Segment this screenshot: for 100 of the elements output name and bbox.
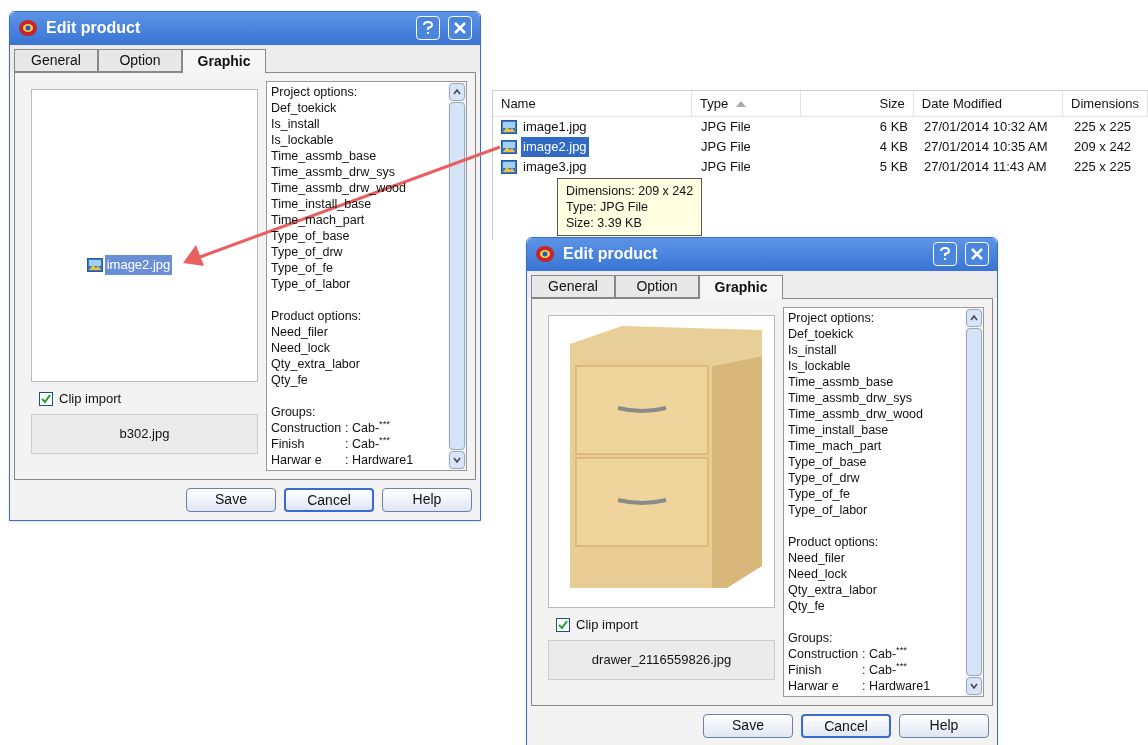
option-item: Type_of_base [788,453,867,470]
section-heading: Groups: [788,629,834,646]
group-name: Finish [788,661,823,678]
option-item: Time_assmb_base [788,373,894,390]
table-cell-text: JPG File [700,158,752,177]
checkbox-label: Clip import [576,615,639,634]
option-item: Qty_fe [271,371,308,388]
window-title: Edit product [46,18,142,39]
question-mark-icon [423,21,433,36]
option-item: Type_of_fe [271,259,333,276]
tab[interactable]: General [531,274,615,298]
help-button[interactable] [933,242,957,267]
tooltip-line: Dimensions: 209 x 242 [566,183,694,199]
option-item: Time_assmb_drw_sys [271,163,395,180]
dialog-button[interactable]: Save [186,487,276,512]
up-chevron-icon [970,314,978,321]
dialog-button[interactable]: Help [382,487,472,512]
close-button[interactable] [965,242,989,267]
option-item: Type_of_base [271,227,350,244]
filename-box: b302.jpg [31,413,258,454]
table-cell-text: 225 x 225 [1073,158,1133,177]
image-file-icon [86,257,103,274]
group-name: Harwar e [788,677,840,694]
tab[interactable]: General [14,48,98,72]
option-item: Time_assmb_base [271,147,377,164]
option-item: Is_install [271,115,320,132]
option-item: Need_filer [271,323,328,340]
scroll-down-button[interactable] [966,676,982,695]
help-button[interactable] [416,16,440,41]
dialog-button[interactable]: Help [899,713,989,738]
column-header[interactable]: Date Modified [913,91,1064,116]
group-value: : Cab-$^{***}$ [345,419,390,436]
group-name: Construction [788,645,860,662]
table-cell-text: 209 x 242 [1073,138,1133,157]
option-item: Time_mach_part [788,437,882,454]
close-button[interactable] [448,16,472,41]
tooltip-line: Type: JPG File [566,199,649,215]
option-item: Type_of_labor [271,275,351,292]
table-cell-text: 5 KB [878,158,909,177]
section-heading: Groups: [271,403,317,420]
group-name: Construction [271,419,343,436]
option-item: Is_lockable [271,131,334,148]
option-item: Is_lockable [788,357,851,374]
group-value: : Cab-$^{***}$ [862,661,907,678]
dialog-button[interactable]: Save [703,713,793,738]
option-item: Type_of_drw [788,469,860,486]
tooltip-line: Size: 3.39 KB [566,215,643,231]
section-heading: Product options: [788,533,880,550]
tab[interactable]: Option [98,48,182,72]
group-name: Finish [271,435,306,452]
column-header[interactable]: Name [493,91,692,116]
column-header[interactable]: Size [801,91,914,116]
close-icon [454,22,466,35]
option-item: Qty_fe [788,597,825,614]
scrollbar[interactable] [448,81,466,470]
scroll-up-button[interactable] [449,82,465,101]
filename-box: drawer_2116559826.jpg [548,639,775,680]
group-value: : Hardware1 [345,451,414,468]
table-cell-text: 27/01/2014 11:43 AM [923,158,1048,177]
column-header[interactable]: Type [691,91,802,116]
file-name[interactable]: image2.jpg [521,137,589,157]
file-name[interactable]: image1.jpg [521,117,589,137]
option-item: Def_toekick [271,99,337,116]
tab[interactable]: Option [615,274,699,298]
scroll-up-button[interactable] [966,308,982,327]
file-name[interactable]: image3.jpg [521,157,589,177]
close-icon [971,248,983,261]
app-logo-icon [18,19,38,38]
down-chevron-icon [453,456,461,463]
dialog-button[interactable]: Cancel [284,487,374,512]
section-heading: Project options: [271,83,359,100]
tab[interactable]: Graphic [182,48,266,73]
checkbox[interactable] [556,617,570,632]
option-item: Def_toekick [788,325,854,342]
tab[interactable]: Graphic [699,274,783,299]
option-item: Need_filer [788,549,845,566]
scroll-down-button[interactable] [449,450,465,469]
option-item: Need_lock [788,565,848,582]
option-item: Qty_extra_labor [271,355,360,372]
option-item: Time_assmb_drw_sys [788,389,912,406]
column-header[interactable]: Dimensions [1063,91,1148,116]
table-cell-text: 6 KB [878,118,909,137]
up-chevron-icon [453,88,461,95]
image-file-icon [501,119,517,135]
scroll-thumb[interactable] [449,101,465,450]
option-item: Is_install [788,341,837,358]
window-title: Edit product [563,244,659,265]
table-cell-text: JPG File [700,138,752,157]
checkbox[interactable] [39,391,53,406]
group-value: : Cab-$^{***}$ [862,645,907,662]
option-item: Need_lock [271,339,331,356]
dragged-file-name: image2.jpg [104,255,173,275]
scrollbar[interactable] [965,307,983,696]
dialog-button[interactable]: Cancel [801,713,891,738]
group-value: : Hardware1 [862,677,931,694]
section-heading: Project options: [788,309,876,326]
check-icon [558,619,568,630]
image-file-icon [501,139,517,155]
scroll-thumb[interactable] [966,327,982,676]
option-item: Time_install_base [788,421,889,438]
